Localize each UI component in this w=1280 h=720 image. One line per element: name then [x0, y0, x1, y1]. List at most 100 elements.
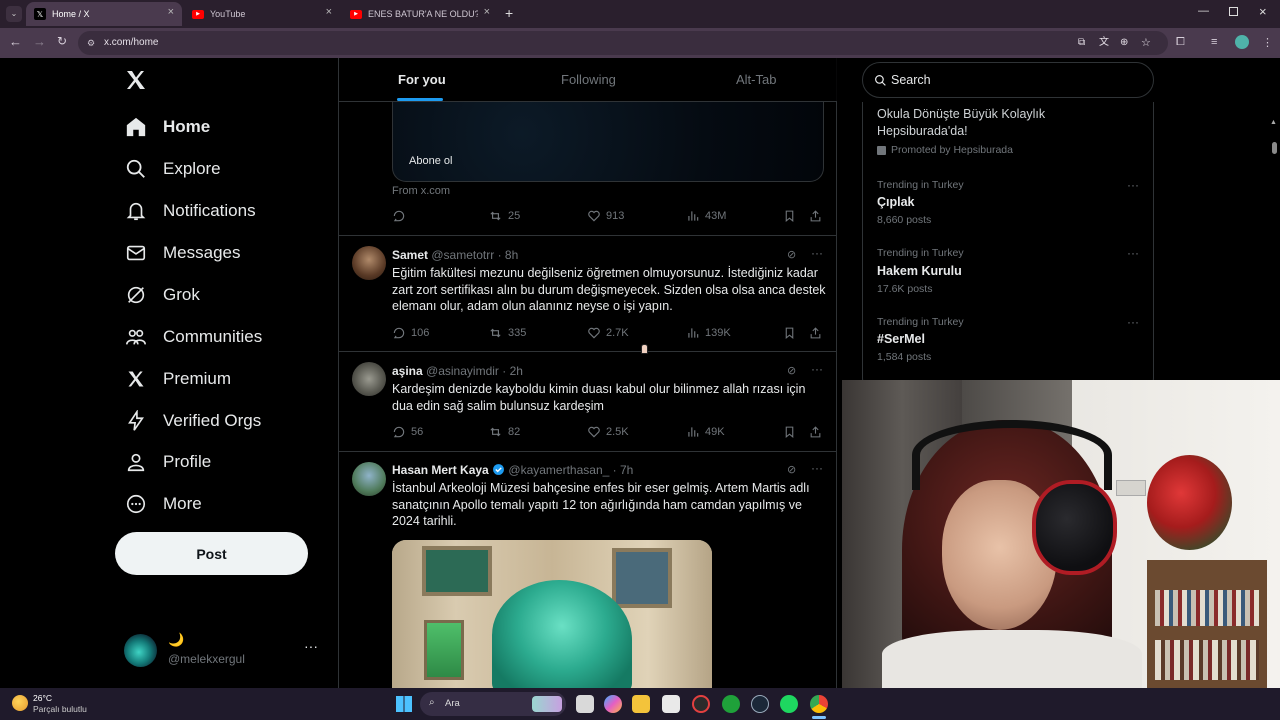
tweet-author[interactable]: Samet @sametotrr · 8h — [392, 248, 518, 262]
reply-button[interactable] — [392, 209, 411, 223]
store-icon[interactable] — [662, 695, 680, 713]
sidebar-item-verified-orgs[interactable]: Verified Orgs — [124, 406, 261, 436]
search-input[interactable]: Search — [862, 62, 1154, 98]
share-button[interactable] — [809, 209, 827, 223]
tab-list-dropdown[interactable]: ⌄ — [6, 6, 22, 22]
post-button[interactable]: Post — [115, 532, 308, 575]
more-icon[interactable]: ··· — [304, 638, 318, 654]
sidebar-item-premium[interactable]: Premium — [124, 364, 231, 394]
cast-icon[interactable]: ⧉ — [1078, 31, 1085, 55]
translate-icon[interactable]: 文 — [1099, 31, 1109, 55]
sidebar-item-home[interactable]: Home — [124, 112, 210, 142]
tab-following[interactable]: Following — [561, 72, 616, 87]
new-tab-icon[interactable]: + — [505, 5, 513, 21]
address-bar[interactable]: ⚙ x.com/home ⧉ 文 ⊕ ☆ — [78, 31, 1168, 55]
zoom-icon[interactable]: ⊕ — [1120, 31, 1128, 55]
reply-button[interactable]: 56 — [392, 425, 423, 439]
retweet-button[interactable]: 335 — [488, 326, 526, 340]
bookmark-button[interactable] — [783, 326, 801, 340]
tweet-image[interactable] — [392, 540, 712, 688]
reading-list-icon[interactable]: ≡ — [1211, 36, 1217, 48]
tab-for-you[interactable]: For you — [398, 72, 446, 87]
chrome-icon[interactable] — [810, 695, 828, 713]
tweet-hasan-mert-kaya[interactable]: Hasan Mert Kaya @kayamerthasan_ · 7h ⊘ ·… — [339, 452, 837, 688]
close-tab-icon[interactable]: × — [326, 6, 332, 18]
analytics-icon — [688, 328, 699, 338]
tweet-samet[interactable]: Samet @sametotrr · 8h ⊘ ··· Eğitim fakül… — [339, 236, 837, 354]
views-button[interactable]: 43M — [686, 209, 726, 223]
more-icon[interactable]: ··· — [811, 246, 823, 260]
tweet-author[interactable]: aşina @asinayimdir · 2h — [392, 364, 523, 378]
weather-widget[interactable]: 26°C Parçalı bulutlu — [12, 692, 112, 716]
taskbar-search[interactable]: ⌕ Ara — [420, 692, 566, 716]
file-explorer-icon[interactable] — [632, 695, 650, 713]
scroll-up-icon[interactable]: ▲ — [1270, 119, 1277, 126]
close-tab-icon[interactable]: × — [168, 6, 174, 18]
account-switcher[interactable]: 🌙 @melekxergul ··· — [118, 626, 328, 674]
spotify-icon[interactable] — [780, 695, 798, 713]
minimize-icon[interactable]: — — [1198, 5, 1209, 17]
card-button-text[interactable]: Abone ol — [409, 155, 452, 167]
scroll-thumb[interactable] — [1272, 142, 1277, 154]
more-icon[interactable]: ··· — [811, 362, 823, 376]
steam-icon[interactable] — [751, 695, 769, 713]
tab-home-x[interactable]: 𝕏 Home / X × — [26, 2, 182, 26]
tab-youtube[interactable]: ▶ YouTube × — [184, 2, 340, 26]
copilot-icon[interactable] — [604, 695, 622, 713]
views-button[interactable]: 49K — [686, 425, 725, 439]
sidebar-item-notifications[interactable]: Notifications — [124, 196, 256, 226]
site-info-icon[interactable]: ⚙ — [87, 31, 95, 55]
sidebar-item-messages[interactable]: Messages — [124, 238, 240, 268]
avatar[interactable] — [352, 246, 386, 280]
app-icon[interactable] — [692, 695, 710, 713]
close-window-icon[interactable]: × — [1259, 4, 1267, 19]
share-icon — [810, 210, 821, 222]
more-icon[interactable]: ··· — [1127, 178, 1139, 192]
x-logo-icon[interactable] — [124, 68, 150, 94]
sidebar-item-more[interactable]: More — [124, 489, 202, 519]
share-button[interactable] — [809, 326, 827, 340]
tab-alt-tab[interactable]: Alt-Tab — [736, 72, 776, 87]
restore-icon[interactable] — [1229, 7, 1238, 16]
tweet-card-top[interactable]: Abone ol From x.com 25 913 43M — [339, 102, 837, 236]
grok-icon[interactable]: ⊘ — [787, 463, 796, 476]
back-icon[interactable]: ← — [9, 34, 22, 49]
bookmark-button[interactable] — [783, 209, 801, 223]
sidebar-item-grok[interactable]: Grok — [124, 280, 200, 310]
bookmark-star-icon[interactable]: ☆ — [1141, 31, 1151, 55]
more-icon[interactable]: ··· — [811, 461, 823, 475]
like-button[interactable]: 913 — [587, 209, 624, 223]
reload-icon[interactable]: ↻ — [57, 34, 67, 48]
share-button[interactable] — [809, 425, 827, 439]
tab-enes-batur[interactable]: ▶ ENES BATUR'A NE OLDU? - You × — [342, 2, 498, 26]
xbox-icon[interactable] — [722, 695, 740, 713]
sidebar-item-profile[interactable]: Profile — [124, 447, 211, 477]
profile-avatar[interactable] — [1235, 35, 1249, 49]
sidebar-item-communities[interactable]: Communities — [124, 322, 262, 352]
extensions-icon[interactable]: ⧠ — [1176, 36, 1185, 49]
forward-icon[interactable]: → — [33, 34, 46, 49]
windows-start-icon[interactable] — [396, 696, 412, 712]
bookmark-button[interactable] — [783, 425, 801, 439]
close-tab-icon[interactable]: × — [484, 6, 490, 18]
more-icon[interactable]: ··· — [1127, 315, 1139, 329]
views-button[interactable]: 139K — [686, 326, 731, 340]
reply-button[interactable]: 106 — [392, 326, 429, 340]
tweet-author[interactable]: Hasan Mert Kaya @kayamerthasan_ · 7h — [392, 463, 633, 477]
sidebar-item-explore[interactable]: Explore — [124, 154, 221, 184]
avatar[interactable] — [352, 462, 386, 496]
like-button[interactable]: 2.5K — [587, 425, 629, 439]
promo-title[interactable]: Okula Dönüşte Büyük Kolaylık Hepsiburada… — [877, 106, 1077, 140]
grok-icon[interactable]: ⊘ — [787, 364, 796, 377]
grok-icon[interactable]: ⊘ — [787, 248, 796, 261]
retweet-button[interactable]: 25 — [488, 209, 520, 223]
avatar[interactable] — [352, 362, 386, 396]
tweet-asina[interactable]: aşina @asinayimdir · 2h ⊘ ··· Kardeşim d… — [339, 352, 837, 452]
browser-menu-icon[interactable]: ⋮ — [1262, 36, 1273, 49]
link-card-media[interactable]: Abone ol — [392, 102, 824, 182]
card-source[interactable]: From x.com — [392, 185, 450, 197]
like-button[interactable]: 2.7K — [587, 326, 629, 340]
task-view-icon[interactable] — [576, 695, 594, 713]
retweet-button[interactable]: 82 — [488, 425, 520, 439]
more-icon[interactable]: ··· — [1127, 246, 1139, 260]
